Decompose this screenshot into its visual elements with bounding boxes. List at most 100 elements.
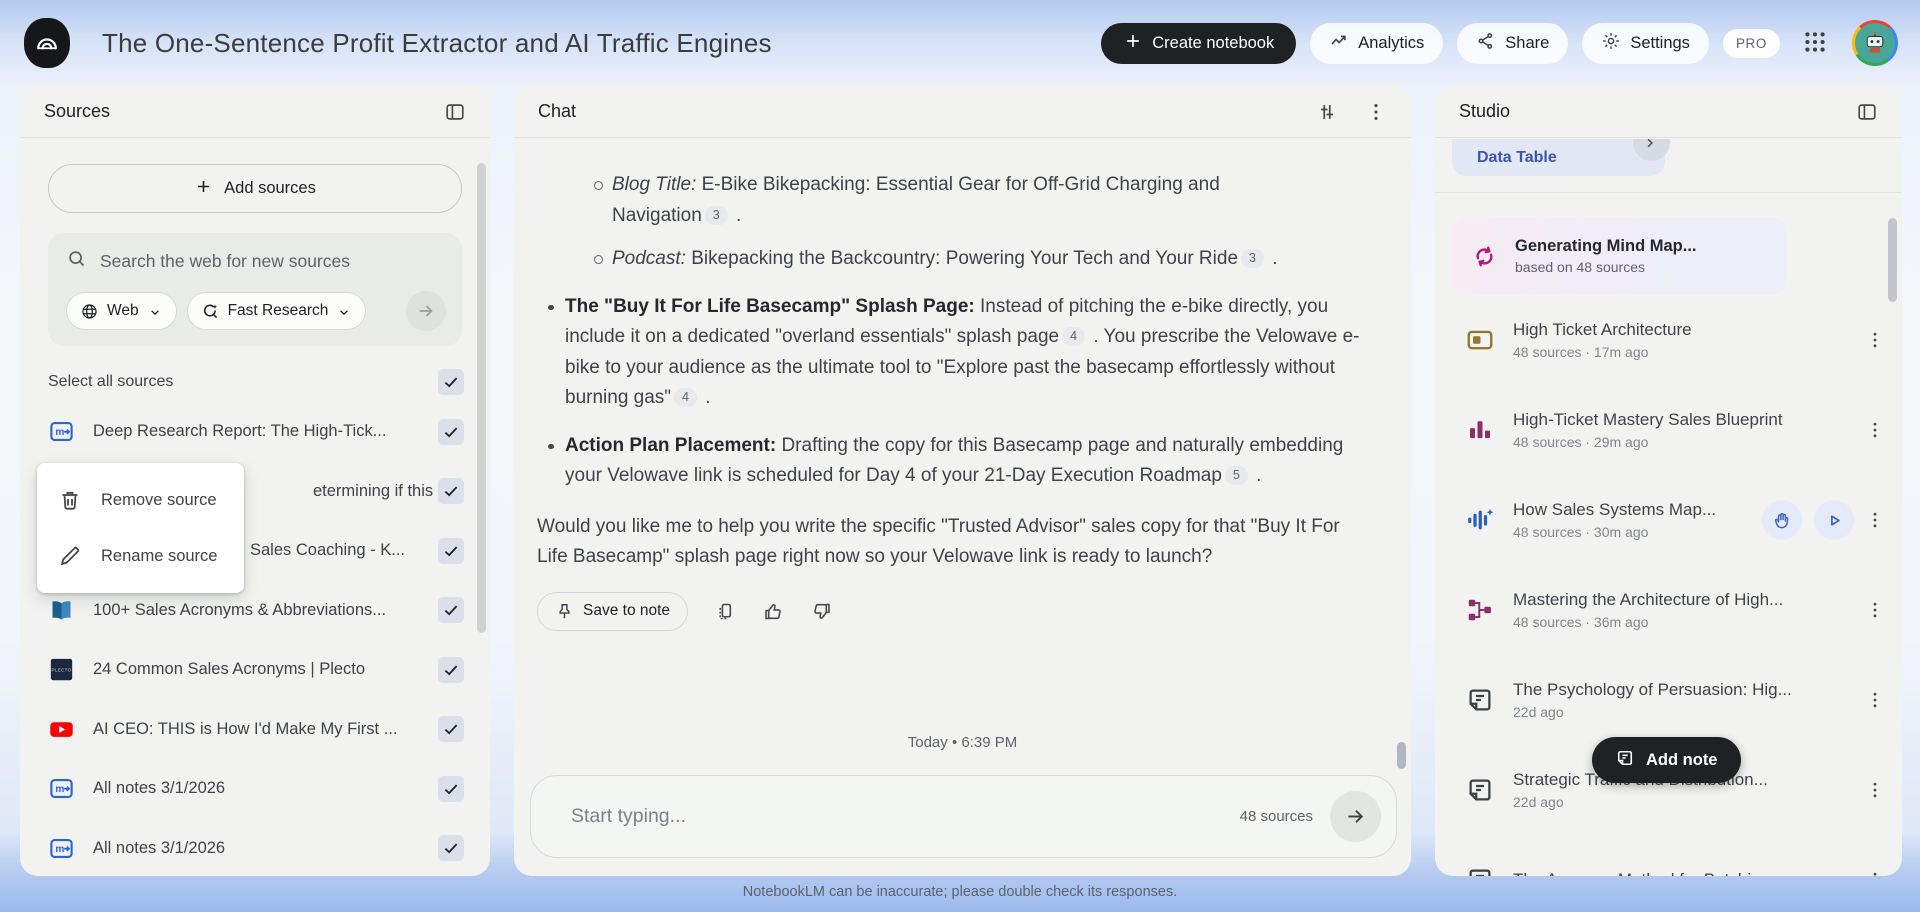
studio-item-title: High Ticket Architecture [1513,320,1692,339]
studio-item-title: Mastering the Architecture of High... [1513,590,1784,609]
studio-item-kebab-icon[interactable] [1864,600,1886,620]
studio-item-row[interactable]: Mastering the Architecture of High... 48 … [1435,565,1902,655]
source-checkbox[interactable] [438,775,464,802]
studio-item-row[interactable]: High Ticket Architecture 48 sources · 17m… [1435,295,1902,385]
studio-item-row[interactable]: How Sales Systems Map... 48 sources · 30m… [1435,475,1902,565]
chevron-down-icon [336,303,352,319]
studio-item-meta: 22d ago [1513,704,1564,720]
menu-item-remove-source[interactable]: Remove source [37,472,244,528]
audio-wave-icon [1465,505,1495,535]
studio-item-kebab-icon[interactable] [1864,510,1886,530]
studio-item-row[interactable]: The Acronym Method for Batching... [1435,835,1902,876]
citation-chip[interactable]: 3 [704,205,728,225]
note-m-icon: m [48,418,75,445]
chat-scrollbar[interactable] [1397,742,1406,769]
chat-date-divider: Today • 6:39 PM [907,734,1018,751]
studio-item-kebab-icon[interactable] [1864,690,1886,710]
studio-item-kebab-icon[interactable] [1864,420,1886,440]
send-message-button[interactable] [1330,791,1381,842]
thumbs-up-button[interactable] [763,601,784,622]
chat-paragraph: Would you like me to help you write the … [537,515,1340,568]
note-m-icon: m [48,775,75,802]
select-all-label: Select all sources [48,373,174,390]
refresh-spinner-icon [1471,243,1498,270]
source-checkbox[interactable] [438,478,464,505]
collapse-studio-panel-icon[interactable] [1856,101,1878,123]
studio-item-meta: 48 sources · 30m ago [1513,524,1649,540]
svg-text:PLECTO: PLECTO [52,668,72,673]
chat-input[interactable] [571,805,1240,828]
header-actions: Create notebook Analytics Share Settings… [1101,20,1898,66]
play-audio-button[interactable] [1814,500,1854,540]
interactive-mode-button[interactable] [1762,500,1802,540]
notebooklm-logo-icon[interactable] [24,18,70,68]
source-checkbox[interactable] [438,656,464,683]
studio-scrollbar[interactable] [1888,218,1897,302]
menu-item-label: Rename source [101,546,218,565]
user-avatar[interactable] [1852,20,1898,66]
chat-settings-tune-icon[interactable] [1316,101,1338,123]
plus-icon [194,177,213,201]
studio-title: Studio [1459,101,1511,121]
source-label: 24 Common Sales Acronyms | Plecto [93,660,366,679]
save-to-note-label: Save to note [583,602,671,619]
citation-chip[interactable]: 4 [674,388,697,407]
chat-bullet-item: Blog Title: E-Bike Bikepacking: Essentia… [594,170,1308,231]
studio-item-meta: 22d ago [1513,794,1564,810]
filter-chip-fast-research[interactable]: Fast Research [186,292,367,330]
share-button[interactable]: Share [1457,22,1569,64]
add-sources-button[interactable]: Add sources [48,164,462,213]
studio-item-text: The Psychology of Persuasion: Hig... 22d … [1513,680,1864,720]
studio-item-actions [1762,500,1854,540]
data-table-open-chevron-icon[interactable] [1633,139,1670,161]
thumbs-down-button[interactable] [811,601,832,622]
sources-title: Sources [44,101,111,121]
trash-icon [58,488,82,512]
sources-panel: Sources Add sources Web Fast Research Sel… [20,86,490,876]
copy-button[interactable] [715,601,736,622]
plecto-icon: PLECTO [48,656,75,683]
collapse-sources-panel-icon[interactable] [444,101,466,123]
studio-panel-header: Studio [1435,86,1902,138]
search-submit-button[interactable] [406,291,446,331]
settings-button[interactable]: Settings [1582,22,1709,64]
add-note-button[interactable]: Add note [1592,737,1741,783]
source-label: Deep Research Report: The High-Tick... [93,422,387,441]
data-table-card[interactable]: Data Table [1452,139,1670,176]
source-row[interactable]: m All notes 3/1/2026 [48,759,464,819]
source-checkbox[interactable] [438,835,464,862]
citation-chip[interactable]: 5 [1224,466,1248,485]
source-checkbox[interactable] [438,418,464,445]
studio-item-row[interactable]: High-Ticket Mastery Sales Blueprint 48 so… [1435,385,1902,475]
source-search-input[interactable] [100,250,446,272]
citation-chip[interactable]: 3 [1241,249,1264,268]
source-row[interactable]: PLECTO 24 Common Sales Acronyms | Plecto [48,640,464,700]
studio-item-row[interactable]: The Psychology of Persuasion: Hig... 22d … [1435,655,1902,745]
chat-more-kebab-icon[interactable] [1365,101,1387,123]
pencil-icon [58,544,82,568]
apps-grid-icon[interactable] [1800,28,1830,58]
studio-item-kebab-icon[interactable] [1864,780,1886,800]
source-row[interactable]: m All notes 3/1/2026 [48,819,464,879]
menu-item-rename-source[interactable]: Rename source [37,528,244,584]
robot-avatar-image [1855,23,1895,63]
studio-item-meta: 48 sources · 17m ago [1513,344,1649,360]
source-checkbox[interactable] [438,716,464,743]
studio-item-kebab-icon[interactable] [1864,870,1886,876]
select-all-checkbox[interactable] [438,369,464,395]
source-checkbox[interactable] [438,537,464,564]
analytics-button[interactable]: Analytics [1310,22,1444,64]
filter-chip-web[interactable]: Web [66,292,177,330]
generating-mind-map-card[interactable]: Generating Mind Map... based on 48 sourc… [1452,217,1786,295]
sources-scrollbar[interactable] [477,163,486,633]
source-label: 100+ Sales Acronyms & Abbreviations... [93,600,387,619]
studio-item-kebab-icon[interactable] [1864,330,1886,350]
create-notebook-button[interactable]: Create notebook [1101,22,1297,64]
source-row[interactable]: m Deep Research Report: The High-Tick... [48,402,464,462]
studio-item-title: The Psychology of Persuasion: Hig... [1513,680,1792,699]
source-checkbox[interactable] [438,597,464,624]
save-to-note-button[interactable]: Save to note [537,591,689,631]
menu-item-label: Remove source [101,490,217,509]
citation-chip[interactable]: 4 [1062,327,1086,346]
source-row[interactable]: AI CEO: THIS is How I'd Make My First ..… [48,700,464,760]
